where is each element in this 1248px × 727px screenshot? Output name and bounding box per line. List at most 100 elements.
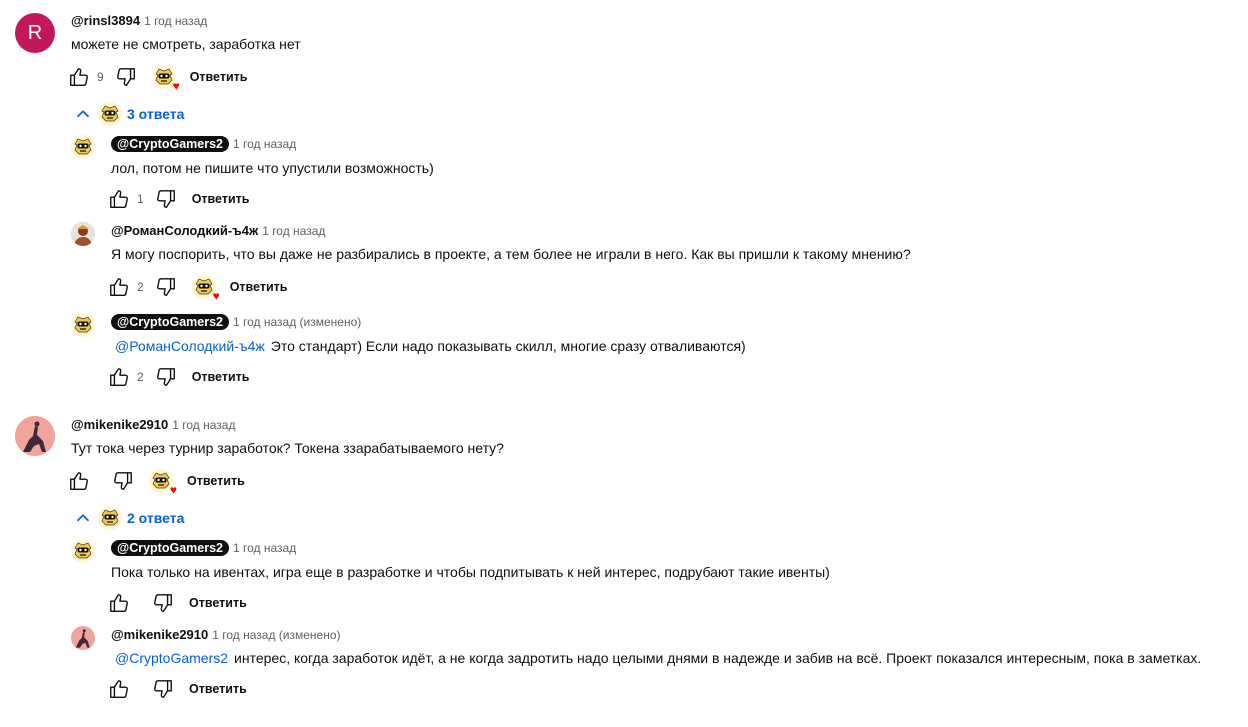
dislike-button[interactable] bbox=[114, 65, 138, 89]
creator-heart-badge: ♥ bbox=[149, 469, 177, 496]
thumbs-up-icon bbox=[68, 66, 90, 88]
timestamp[interactable]: 1 год назад (изменено) bbox=[212, 628, 340, 642]
timestamp[interactable]: 1 год назад (изменено) bbox=[233, 315, 361, 329]
author-name[interactable]: @CryptoGamers2 bbox=[111, 540, 229, 556]
comment-text: @CryptoGamers2 интерес, когда заработок и… bbox=[115, 650, 1202, 666]
like-button[interactable] bbox=[107, 275, 131, 299]
thumbs-up-icon bbox=[108, 366, 130, 388]
dislike-button[interactable] bbox=[154, 365, 178, 389]
comment-actions: 2 Ответить bbox=[107, 365, 249, 389]
like-count: 9 bbox=[97, 70, 104, 84]
comment-header: @РоманСолодкий-ъ4ж 1 год назад bbox=[111, 222, 325, 240]
comment-actions: 1 Ответить bbox=[107, 187, 249, 211]
timestamp[interactable]: 1 год назад bbox=[262, 224, 325, 238]
timestamp[interactable]: 1 год назад bbox=[233, 137, 296, 151]
heart-icon: ♥ bbox=[172, 79, 180, 93]
thumbs-up-icon bbox=[108, 678, 130, 700]
like-button[interactable] bbox=[107, 365, 131, 389]
thumbs-up-icon bbox=[108, 276, 130, 298]
dislike-button[interactable] bbox=[151, 591, 175, 615]
avatar[interactable] bbox=[71, 135, 95, 159]
comment-header: @CryptoGamers2 1 год назад (изменено) bbox=[111, 313, 361, 331]
timestamp[interactable]: 1 год назад bbox=[172, 418, 235, 432]
timestamp[interactable]: 1 год назад bbox=[144, 14, 207, 28]
reply-button[interactable]: Ответить bbox=[230, 280, 288, 294]
comment-text: лол, потом не пишите что упустили возмож… bbox=[111, 160, 434, 176]
reply-button[interactable]: Ответить bbox=[189, 682, 247, 696]
like-button[interactable] bbox=[67, 469, 91, 493]
like-button[interactable] bbox=[107, 591, 131, 615]
heart-icon: ♥ bbox=[169, 483, 177, 497]
creator-heart-badge: ♥ bbox=[152, 65, 180, 92]
replies-toggle[interactable]: 2 ответа bbox=[72, 506, 184, 530]
comment-text: Тут тока через турнир заработок? Токена … bbox=[71, 440, 504, 456]
avatar[interactable] bbox=[71, 222, 95, 246]
thumbs-down-icon bbox=[155, 366, 177, 388]
rider-avatar-icon bbox=[15, 416, 55, 456]
reply-button[interactable]: Ответить bbox=[187, 474, 245, 488]
crypto-gamers-avatar-icon bbox=[71, 135, 95, 159]
comment-text: Пока только на ивентах, игра еще в разра… bbox=[111, 564, 830, 580]
replies-toggle[interactable]: 3 ответа bbox=[72, 102, 184, 126]
author-name[interactable]: @CryptoGamers2 bbox=[111, 136, 229, 152]
mention-link[interactable]: @РоманСолодкий-ъ4ж bbox=[115, 338, 265, 354]
comment-actions: 2 ♥ Ответить bbox=[107, 275, 288, 302]
avatar[interactable]: R bbox=[15, 13, 55, 53]
avatar[interactable] bbox=[15, 416, 55, 456]
thumbs-down-icon bbox=[152, 592, 174, 614]
heart-icon: ♥ bbox=[212, 289, 220, 303]
like-count: 2 bbox=[137, 280, 144, 294]
author-name[interactable]: @mikenike2910 bbox=[71, 417, 168, 432]
comment-header: @mikenike2910 1 год назад (изменено) bbox=[111, 626, 341, 644]
channel-avatar-icon bbox=[98, 506, 122, 530]
thumbs-down-icon bbox=[155, 276, 177, 298]
reply-button[interactable]: Ответить bbox=[189, 596, 247, 610]
mention-link[interactable]: @CryptoGamers2 bbox=[115, 650, 228, 666]
thumbs-up-icon bbox=[108, 188, 130, 210]
avatar[interactable] bbox=[71, 626, 95, 650]
comment-header: @CryptoGamers2 1 год назад bbox=[111, 135, 296, 153]
dislike-button[interactable] bbox=[111, 469, 135, 493]
chevron-up-icon bbox=[72, 103, 94, 125]
comment-actions: ♥ Ответить bbox=[67, 469, 245, 496]
author-name[interactable]: @РоманСолодкий-ъ4ж bbox=[111, 223, 258, 238]
replies-count: 3 ответа bbox=[127, 106, 185, 122]
replies-count: 2 ответа bbox=[127, 510, 185, 526]
creator-heart-badge: ♥ bbox=[192, 275, 220, 302]
avatar[interactable] bbox=[71, 313, 95, 337]
thumbs-down-icon bbox=[155, 188, 177, 210]
dislike-button[interactable] bbox=[151, 677, 175, 701]
avatar[interactable] bbox=[71, 539, 95, 563]
author-name[interactable]: @mikenike2910 bbox=[111, 627, 208, 642]
comment-text: Я могу поспорить, что вы даже не разбира… bbox=[111, 246, 911, 262]
comment-header: @CryptoGamers2 1 год назад bbox=[111, 539, 296, 557]
like-button[interactable] bbox=[67, 65, 91, 89]
character-avatar-icon bbox=[71, 222, 95, 246]
author-name[interactable]: @rinsl3894 bbox=[71, 13, 140, 28]
author-name[interactable]: @CryptoGamers2 bbox=[111, 314, 229, 330]
comment-actions: Ответить bbox=[107, 591, 247, 615]
chevron-up-icon bbox=[72, 507, 94, 529]
reply-button[interactable]: Ответить bbox=[192, 370, 250, 384]
comment-text: @РоманСолодкий-ъ4ж Это стандарт) Если над… bbox=[115, 338, 746, 354]
thumbs-down-icon bbox=[112, 470, 134, 492]
reply-button[interactable]: Ответить bbox=[192, 192, 250, 206]
like-button[interactable] bbox=[107, 677, 131, 701]
crypto-gamers-avatar-icon bbox=[71, 539, 95, 563]
comment-actions: Ответить bbox=[107, 677, 247, 701]
like-button[interactable] bbox=[107, 187, 131, 211]
dislike-button[interactable] bbox=[154, 275, 178, 299]
comment-header: @rinsl3894 1 год назад bbox=[71, 12, 207, 30]
comment-actions: 9 ♥ Ответить bbox=[67, 65, 248, 92]
thumbs-up-icon bbox=[68, 470, 90, 492]
rider-avatar-icon bbox=[71, 626, 95, 650]
reply-button[interactable]: Ответить bbox=[190, 70, 248, 84]
timestamp[interactable]: 1 год назад bbox=[233, 541, 296, 555]
channel-avatar-icon bbox=[98, 102, 122, 126]
like-count: 2 bbox=[137, 370, 144, 384]
like-count: 1 bbox=[137, 192, 144, 206]
dislike-button[interactable] bbox=[154, 187, 178, 211]
thumbs-down-icon bbox=[152, 678, 174, 700]
crypto-gamers-avatar-icon bbox=[71, 313, 95, 337]
thumbs-down-icon bbox=[115, 66, 137, 88]
